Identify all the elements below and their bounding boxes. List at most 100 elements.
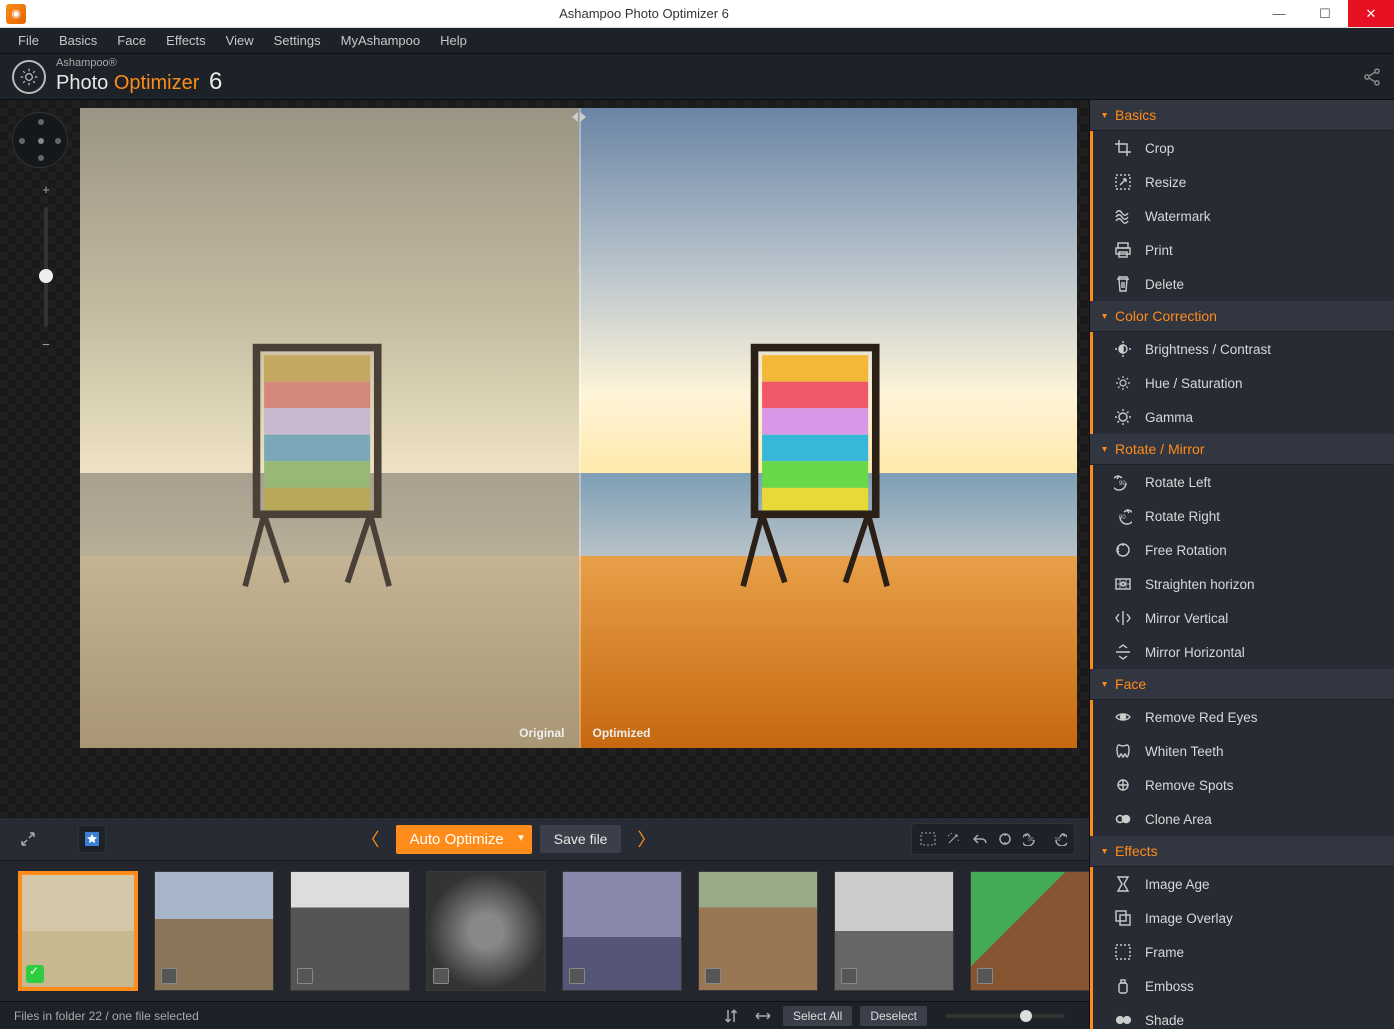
zoom-slider[interactable] bbox=[44, 207, 48, 327]
tool-emboss[interactable]: Emboss bbox=[1090, 969, 1394, 1003]
window-close-button[interactable]: ✕ bbox=[1348, 0, 1394, 27]
thumbnail-skyline[interactable] bbox=[834, 871, 954, 991]
prev-image-button[interactable]: 〈 bbox=[354, 826, 388, 852]
rotate-ccw-icon[interactable]: 90 bbox=[1020, 828, 1044, 850]
tool-gamma[interactable]: Gamma bbox=[1090, 400, 1394, 434]
window-maximize-button[interactable]: ☐ bbox=[1302, 0, 1348, 27]
thumbnail-waterfall[interactable] bbox=[698, 871, 818, 991]
panel-header-face[interactable]: ▸Face bbox=[1090, 669, 1394, 700]
thumbnail-checkbox[interactable] bbox=[705, 968, 721, 984]
tool-hue-saturation[interactable]: Hue / Saturation bbox=[1090, 366, 1394, 400]
window-titlebar: ◉ Ashampoo Photo Optimizer 6 — ☐ ✕ bbox=[0, 0, 1394, 28]
tool-free-rotation[interactable]: Free Rotation bbox=[1090, 533, 1394, 567]
tool-whiten-teeth[interactable]: Whiten Teeth bbox=[1090, 734, 1394, 768]
tool-label: Frame bbox=[1145, 945, 1184, 960]
share-icon[interactable] bbox=[1362, 67, 1382, 87]
image-overlay-icon bbox=[1113, 908, 1133, 928]
thumbnail-checkbox[interactable] bbox=[433, 968, 449, 984]
collapse-icon[interactable] bbox=[14, 825, 42, 853]
zoom-out-button[interactable]: − bbox=[42, 337, 50, 352]
menu-view[interactable]: View bbox=[216, 33, 264, 48]
next-image-button[interactable]: 〉 bbox=[629, 826, 663, 852]
original-label: Original bbox=[513, 724, 570, 742]
comparison-handle[interactable] bbox=[572, 112, 586, 122]
emboss-icon bbox=[1113, 976, 1133, 996]
thumbnail-checkbox[interactable] bbox=[841, 968, 857, 984]
thumbnail-gears[interactable] bbox=[426, 871, 546, 991]
tool-clone-area[interactable]: Clone Area bbox=[1090, 802, 1394, 836]
magic-tool-icon[interactable] bbox=[942, 828, 966, 850]
panel-header-effects[interactable]: ▸Effects bbox=[1090, 836, 1394, 867]
tool-remove-red-eyes[interactable]: Remove Red Eyes bbox=[1090, 700, 1394, 734]
tool-brightness-contrast[interactable]: Brightness / Contrast bbox=[1090, 332, 1394, 366]
deselect-button[interactable]: Deselect bbox=[860, 1006, 927, 1026]
optimized-label: Optimized bbox=[587, 724, 657, 742]
menu-file[interactable]: File bbox=[8, 33, 49, 48]
tool-label: Remove Spots bbox=[1145, 778, 1234, 793]
menubar: FileBasicsFaceEffectsViewSettingsMyAsham… bbox=[0, 28, 1394, 54]
select-all-button[interactable]: Select All bbox=[783, 1006, 852, 1026]
menu-myashampoo[interactable]: MyAshampoo bbox=[331, 33, 430, 48]
chevron-down-icon: ▸ bbox=[1099, 681, 1110, 686]
thumbnail-beach-chairs[interactable] bbox=[18, 871, 138, 991]
tool-mirror-vertical[interactable]: Mirror Vertical bbox=[1090, 601, 1394, 635]
window-minimize-button[interactable]: — bbox=[1256, 0, 1302, 27]
swap-icon[interactable] bbox=[751, 1006, 775, 1026]
tool-label: Resize bbox=[1145, 175, 1186, 190]
thumbnail-cathedral[interactable] bbox=[154, 871, 274, 991]
tool-watermark[interactable]: Watermark bbox=[1090, 199, 1394, 233]
remove-spots-icon bbox=[1113, 775, 1133, 795]
tool-print[interactable]: Print bbox=[1090, 233, 1394, 267]
menu-help[interactable]: Help bbox=[430, 33, 477, 48]
tool-label: Emboss bbox=[1145, 979, 1194, 994]
redo-icon[interactable] bbox=[994, 828, 1018, 850]
thumbnail-pier[interactable] bbox=[562, 871, 682, 991]
auto-optimize-button[interactable]: Auto Optimize bbox=[396, 825, 532, 854]
tool-image-age[interactable]: Image Age bbox=[1090, 867, 1394, 901]
selection-tool-icon[interactable] bbox=[916, 828, 940, 850]
window-title: Ashampoo Photo Optimizer 6 bbox=[32, 6, 1256, 21]
preview-comparison: Original Optimized bbox=[80, 108, 1077, 748]
watermark-icon bbox=[1113, 206, 1133, 226]
tool-delete[interactable]: Delete bbox=[1090, 267, 1394, 301]
tool-rotate-right[interactable]: 90Rotate Right bbox=[1090, 499, 1394, 533]
menu-face[interactable]: Face bbox=[107, 33, 156, 48]
thumbnail-birdhouse[interactable] bbox=[970, 871, 1089, 991]
favorite-toggle[interactable] bbox=[78, 825, 106, 853]
panel-header-basics[interactable]: ▸Basics bbox=[1090, 100, 1394, 131]
mirror-horizontal-icon bbox=[1113, 642, 1133, 662]
tool-label: Shade bbox=[1145, 1013, 1184, 1028]
panel-header-color-correction[interactable]: ▸Color Correction bbox=[1090, 301, 1394, 332]
save-file-button[interactable]: Save file bbox=[540, 825, 622, 853]
thumb-size-slider[interactable] bbox=[945, 1014, 1065, 1018]
zoom-in-button[interactable]: + bbox=[42, 182, 50, 197]
tool-label: Print bbox=[1145, 243, 1173, 258]
menu-effects[interactable]: Effects bbox=[156, 33, 216, 48]
tool-frame[interactable]: Frame bbox=[1090, 935, 1394, 969]
tool-label: Gamma bbox=[1145, 410, 1193, 425]
panel-header-rotate-mirror[interactable]: ▸Rotate / Mirror bbox=[1090, 434, 1394, 465]
tool-remove-spots[interactable]: Remove Spots bbox=[1090, 768, 1394, 802]
comparison-divider[interactable] bbox=[579, 108, 581, 748]
tool-image-overlay[interactable]: Image Overlay bbox=[1090, 901, 1394, 935]
menu-settings[interactable]: Settings bbox=[264, 33, 331, 48]
thumbnail-checkbox[interactable] bbox=[569, 968, 585, 984]
undo-icon[interactable] bbox=[968, 828, 992, 850]
menu-basics[interactable]: Basics bbox=[49, 33, 107, 48]
tool-straighten-horizon[interactable]: Straighten horizon bbox=[1090, 567, 1394, 601]
thumbnail-bridge[interactable] bbox=[290, 871, 410, 991]
pan-navigator[interactable] bbox=[12, 112, 68, 168]
thumbnail-strip bbox=[0, 861, 1089, 1001]
tool-mirror-horizontal[interactable]: Mirror Horizontal bbox=[1090, 635, 1394, 669]
tool-resize[interactable]: Resize bbox=[1090, 165, 1394, 199]
sort-icon[interactable] bbox=[719, 1006, 743, 1026]
thumbnail-checkbox[interactable] bbox=[977, 968, 993, 984]
tool-crop[interactable]: Crop bbox=[1090, 131, 1394, 165]
thumbnail-checkbox[interactable] bbox=[161, 968, 177, 984]
tool-shade[interactable]: Shade bbox=[1090, 1003, 1394, 1029]
rotate-cw-icon[interactable]: 90 bbox=[1046, 828, 1070, 850]
tool-rotate-left[interactable]: 90Rotate Left bbox=[1090, 465, 1394, 499]
thumbnail-checkbox[interactable] bbox=[297, 968, 313, 984]
tools-panel: ▸BasicsCrop Resize Watermark Print Delete▸Co… bbox=[1089, 100, 1394, 1029]
brand-text: Ashampoo® Photo Optimizer 6 bbox=[56, 57, 222, 95]
